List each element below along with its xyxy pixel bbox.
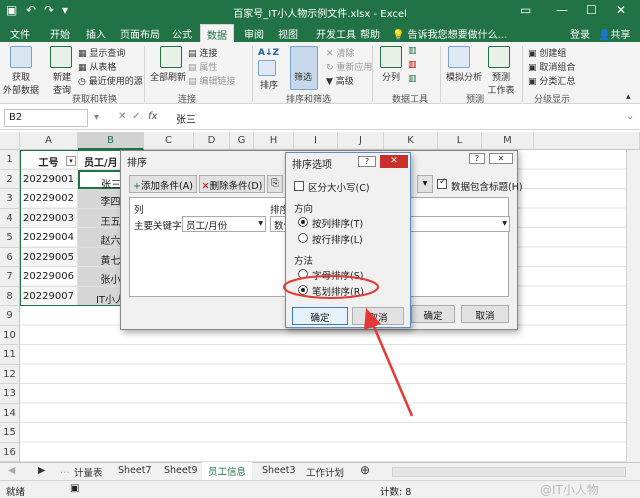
sheet-tab[interactable]: 计量表 xyxy=(74,465,103,479)
horizontal-scrollbar[interactable] xyxy=(392,467,626,477)
sheet-tab[interactable]: 工作计划 xyxy=(306,465,344,479)
sheet-tab[interactable]: Sheet9 xyxy=(164,465,198,476)
status-ready: 就绪 xyxy=(6,487,26,498)
sheet-tab[interactable]: Sheet3 xyxy=(262,465,296,476)
status-count: 计数: 8 xyxy=(380,487,412,498)
highlight-ellipse xyxy=(283,275,379,299)
sheet-tab[interactable]: Sheet7 xyxy=(118,465,152,476)
next-sheet-icon[interactable]: ▶ xyxy=(38,465,45,476)
annotation-arrow-head xyxy=(364,308,381,330)
add-sheet-icon[interactable]: ⊕ xyxy=(360,463,370,477)
annotation-arrow-line xyxy=(370,321,414,417)
prev-sheet-icon[interactable]: ◀ xyxy=(8,465,15,476)
annotation-overlay xyxy=(283,275,414,417)
macro-record-icon[interactable]: ▣ xyxy=(70,483,79,494)
watermark: @IT小人物 xyxy=(540,483,599,497)
sheet-tabs-bar: ◀ ▶ … 计量表 Sheet7 Sheet9 员工信息 Sheet3 工作计划… xyxy=(0,462,640,482)
status-bar: 就绪 ▣ 计数: 8 @IT小人物 xyxy=(0,480,640,498)
more-sheets-icon[interactable]: … xyxy=(60,465,70,476)
sheet-tab-active[interactable]: 员工信息 xyxy=(202,462,253,482)
